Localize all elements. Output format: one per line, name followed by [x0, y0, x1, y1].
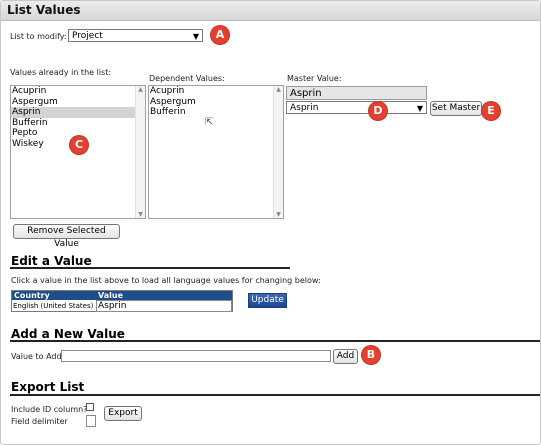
- list-to-modify-value: Project: [72, 31, 103, 41]
- row-country: English (United States): [13, 302, 94, 310]
- field-delimiter-label: Field delimiter: [11, 417, 68, 426]
- callout-marker-c: C: [70, 136, 88, 154]
- include-id-checkbox[interactable]: [86, 403, 94, 411]
- list-item[interactable]: Bufferin: [149, 107, 283, 118]
- export-button[interactable]: Export: [104, 406, 142, 421]
- list-item[interactable]: Acuprin: [11, 86, 145, 97]
- scroll-down-icon[interactable]: ▼: [136, 211, 145, 218]
- value-edit-field[interactable]: Asprin: [96, 300, 232, 312]
- include-id-label: Include ID column?: [11, 405, 88, 414]
- edit-instructions: Click a value in the list above to load …: [11, 276, 321, 285]
- values-scrollbar[interactable]: ▲ ▼: [135, 86, 145, 218]
- add-value-heading: Add a New Value: [11, 327, 125, 341]
- scroll-up-icon[interactable]: ▲: [136, 86, 145, 93]
- table-row: English (United States) Asprin: [12, 300, 232, 312]
- callout-marker-b: B: [362, 346, 380, 364]
- callout-marker-e: E: [482, 102, 500, 120]
- export-list-heading: Export List: [11, 380, 85, 394]
- mouse-cursor-icon: ⇱: [205, 117, 214, 128]
- chevron-down-icon: ▼: [416, 104, 423, 113]
- table-header: Country Value: [12, 291, 232, 300]
- values-list-label: Values already in the list:: [10, 68, 112, 77]
- scroll-down-icon[interactable]: ▼: [274, 211, 283, 218]
- dependent-scrollbar[interactable]: ▲ ▼: [273, 86, 283, 218]
- master-value-label: Master Value:: [287, 74, 342, 83]
- callout-marker-d: D: [369, 102, 387, 120]
- add-button[interactable]: Add: [333, 349, 358, 364]
- update-button[interactable]: Update: [248, 293, 287, 308]
- column-header-value: Value: [98, 291, 124, 300]
- list-item[interactable]: Acuprin: [149, 86, 283, 97]
- master-select-value: Asprin: [290, 103, 319, 113]
- scroll-up-icon[interactable]: ▲: [274, 86, 283, 93]
- list-to-modify-label: List to modify:: [10, 32, 67, 41]
- value-to-add-label: Value to Add:: [11, 352, 65, 361]
- dependent-values-label: Dependent Values:: [149, 74, 225, 83]
- list-item[interactable]: Bufferin: [11, 118, 145, 129]
- column-header-country: Country: [14, 291, 50, 300]
- list-item[interactable]: Aspergum: [11, 97, 145, 108]
- chevron-down-icon: ▼: [192, 32, 199, 41]
- remove-selected-value-button[interactable]: Remove Selected Value: [13, 224, 120, 249]
- list-to-modify-select[interactable]: Project ▼: [68, 29, 203, 42]
- list-item-selected[interactable]: Asprin: [11, 107, 145, 118]
- set-master-button[interactable]: Set Master: [430, 101, 482, 116]
- master-value-select[interactable]: Asprin ▼: [286, 101, 427, 114]
- list-values-panel: [0, 0, 541, 445]
- panel-title: List Values: [7, 3, 81, 17]
- add-divider: [10, 340, 540, 342]
- dependent-values-listbox[interactable]: Acuprin Aspergum Bufferin ▲ ▼: [148, 85, 284, 219]
- edit-divider: [10, 267, 290, 269]
- value-to-add-input[interactable]: [61, 350, 331, 362]
- list-item[interactable]: Aspergum: [149, 97, 283, 108]
- callout-marker-a: A: [211, 26, 229, 44]
- master-value-display: Asprin: [286, 86, 427, 100]
- field-delimiter-input[interactable]: [86, 415, 96, 427]
- export-divider: [10, 394, 540, 396]
- language-values-table: Country Value English (United States) As…: [11, 290, 233, 312]
- panel-titlebar: List Values: [1, 1, 540, 21]
- edit-value-heading: Edit a Value: [11, 254, 92, 268]
